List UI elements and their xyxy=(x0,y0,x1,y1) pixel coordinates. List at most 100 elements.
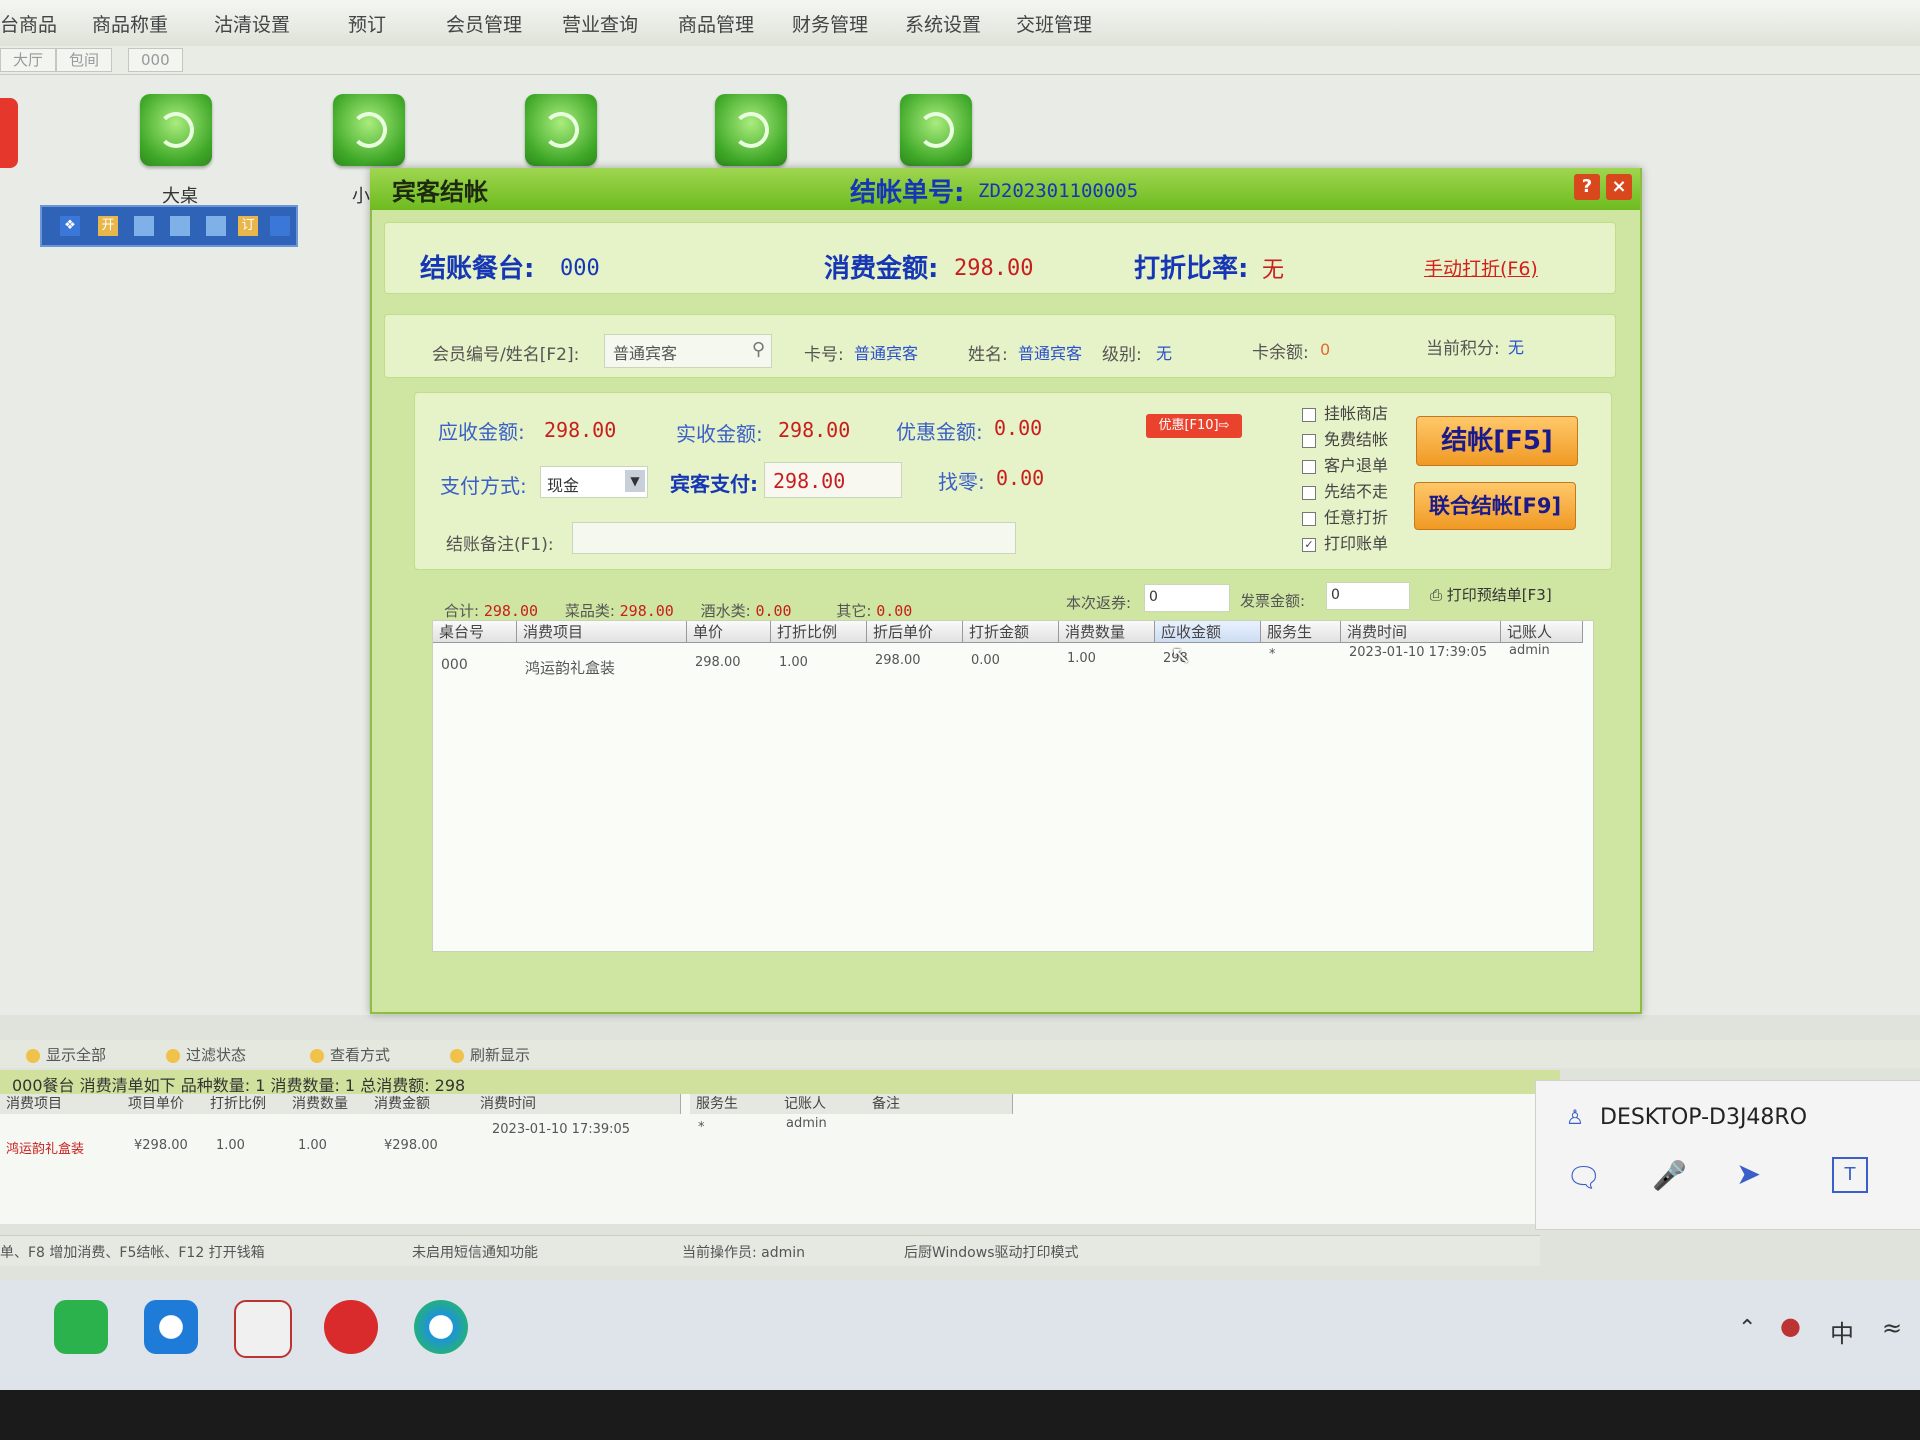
payment-method-select[interactable]: 现金 ▼ xyxy=(540,466,648,498)
table-cell[interactable]: * xyxy=(698,1120,705,1135)
microphone-icon[interactable]: 🎤 xyxy=(1652,1159,1687,1192)
grid-header[interactable]: 消费时间 xyxy=(1341,621,1501,643)
grid-header[interactable]: 消费数量 xyxy=(1059,621,1155,643)
action-button[interactable] xyxy=(170,216,190,236)
invoice-amount-input[interactable]: 0 xyxy=(1326,582,1410,610)
remark-input[interactable] xyxy=(572,522,1016,554)
menu-item-weighing[interactable]: 商品称重 xyxy=(92,10,168,37)
grid-header[interactable]: 消费项目 xyxy=(517,621,687,643)
grid-cell[interactable]: 鸿运韵礼盒装 xyxy=(525,657,615,678)
grid-cell[interactable]: admin xyxy=(1509,643,1550,658)
guest-pay-input[interactable]: 298.00 xyxy=(764,462,902,498)
ie-browser-icon[interactable] xyxy=(144,1300,198,1354)
grid-header[interactable]: 桌台号 xyxy=(433,621,517,643)
grid-header[interactable]: 应收金额 xyxy=(1155,621,1261,643)
table-header[interactable]: 打折比例 xyxy=(204,1094,287,1114)
table-header[interactable]: 服务生 xyxy=(690,1094,779,1114)
grid-cell[interactable]: 2023-01-10 17:39:05 xyxy=(1349,645,1487,660)
grid-header[interactable]: 打折比例 xyxy=(771,621,867,643)
voucher-input[interactable]: 0 xyxy=(1144,584,1230,612)
table-header[interactable]: 消费数量 xyxy=(286,1094,369,1114)
action-button[interactable] xyxy=(206,216,226,236)
search-icon[interactable]: ⚲ xyxy=(752,339,765,360)
grid-cell[interactable]: 1.00 xyxy=(1067,651,1096,666)
checkout-button[interactable]: 结帐[F5] xyxy=(1416,416,1578,466)
wechat-icon[interactable] xyxy=(54,1300,108,1354)
table-cell[interactable]: admin xyxy=(786,1116,827,1131)
view-mode-button[interactable]: 查看方式 xyxy=(310,1044,390,1065)
menu-item-shift[interactable]: 交班管理 xyxy=(1016,10,1092,37)
option-hang-account[interactable]: 挂帐商店 xyxy=(1302,400,1388,424)
pointer-icon[interactable]: ➤ xyxy=(1736,1157,1761,1192)
action-button[interactable] xyxy=(134,216,154,236)
table-icon[interactable] xyxy=(900,94,972,166)
table-cell[interactable]: 1.00 xyxy=(216,1138,245,1153)
grid-header[interactable]: 服务生 xyxy=(1261,621,1341,643)
table-icon[interactable] xyxy=(333,94,405,166)
option-customer-return[interactable]: 客户退单 xyxy=(1302,452,1388,476)
table-cell[interactable]: ¥298.00 xyxy=(384,1138,438,1153)
grid-header[interactable]: 记账人 xyxy=(1501,621,1583,643)
table-header[interactable]: 消费金额 xyxy=(368,1094,475,1114)
show-all-button[interactable]: 显示全部 xyxy=(26,1044,106,1065)
grid-cell[interactable]: 0.00 xyxy=(971,653,1000,668)
tab-000[interactable]: 000 xyxy=(128,48,183,72)
option-any-discount[interactable]: 任意打折 xyxy=(1302,504,1388,528)
open-table-button[interactable]: 开 xyxy=(98,216,118,236)
menu-item-clear-settings[interactable]: 沽清设置 xyxy=(214,10,290,37)
table-icon[interactable] xyxy=(140,94,212,166)
table-header[interactable]: 记账人 xyxy=(778,1094,867,1114)
text-input-icon[interactable]: T xyxy=(1832,1157,1868,1193)
grid-header[interactable]: 单价 xyxy=(687,621,771,643)
reserve-button[interactable]: 订 xyxy=(238,216,258,236)
grid-cell[interactable]: 000 xyxy=(441,657,468,673)
table-icon[interactable] xyxy=(525,94,597,166)
coupon-button[interactable]: 优惠[F10]⇨ xyxy=(1146,414,1242,438)
ime-indicator[interactable]: 中 xyxy=(1830,1314,1854,1349)
action-button[interactable] xyxy=(270,216,290,236)
help-icon[interactable]: ? xyxy=(1574,174,1600,200)
move-icon[interactable]: ❖ xyxy=(60,216,80,236)
menu-item-reservation[interactable]: 预订 xyxy=(348,10,386,37)
menu-item-goods[interactable]: 台商品 xyxy=(0,10,57,37)
pos-app-icon[interactable] xyxy=(234,1300,292,1358)
member-search-input[interactable]: 普通宾客 ⚲ xyxy=(604,334,772,368)
option-print-bill[interactable]: ✓ 打印账单 xyxy=(1302,530,1388,554)
option-pay-first-stay[interactable]: 先结不走 xyxy=(1302,478,1388,502)
menu-item-member[interactable]: 会员管理 xyxy=(446,10,522,37)
table-header[interactable]: 项目单价 xyxy=(122,1094,205,1114)
tab-hall[interactable]: 大厅 xyxy=(0,48,57,72)
grid-cell[interactable]: 298.00 xyxy=(875,653,921,668)
table-cell[interactable]: ¥298.00 xyxy=(134,1138,188,1153)
grid-cell[interactable]: 1.00 xyxy=(779,655,808,670)
filter-status-button[interactable]: 过滤状态 xyxy=(166,1044,246,1065)
grid-cell[interactable]: * xyxy=(1269,647,1276,662)
grid-header[interactable]: 折后单价 xyxy=(867,621,963,643)
grid-cell[interactable]: 298.00 xyxy=(695,655,741,670)
tray-app-icon[interactable]: ● xyxy=(1780,1312,1801,1340)
table-header[interactable]: 备注 xyxy=(866,1094,1013,1114)
close-icon[interactable]: × xyxy=(1606,174,1632,200)
chat-icon[interactable]: 🗨 xyxy=(1566,1161,1602,1194)
menu-item-business-query[interactable]: 营业查询 xyxy=(562,10,638,37)
joint-checkout-button[interactable]: 联合结帐[F9] xyxy=(1414,482,1576,530)
menu-item-goods-management[interactable]: 商品管理 xyxy=(678,10,754,37)
print-prebill-button[interactable]: ⎙ 打印预结单[F3] xyxy=(1430,584,1552,605)
table-header[interactable]: 消费时间 xyxy=(474,1094,681,1114)
menu-item-system-settings[interactable]: 系统设置 xyxy=(905,10,981,37)
table-icon[interactable] xyxy=(715,94,787,166)
grid-header[interactable]: 打折金额 xyxy=(963,621,1059,643)
option-free-checkout[interactable]: 免费结帐 xyxy=(1302,426,1388,450)
manual-discount-link[interactable]: 手动打折(F6) xyxy=(1424,254,1538,281)
menu-item-finance[interactable]: 财务管理 xyxy=(792,10,868,37)
table-cell[interactable]: 鸿运韵礼盒装 xyxy=(6,1138,84,1157)
chevron-up-icon[interactable]: ⌃ xyxy=(1738,1316,1756,1341)
edge-browser-icon[interactable] xyxy=(414,1300,468,1354)
table-cell[interactable]: 1.00 xyxy=(298,1138,327,1153)
tab-private-room[interactable]: 包间 xyxy=(56,48,113,72)
table-cell[interactable]: 2023-01-10 17:39:05 xyxy=(492,1122,630,1137)
table-header[interactable]: 消费项目 xyxy=(0,1094,123,1114)
refresh-button[interactable]: 刷新显示 xyxy=(450,1044,530,1065)
app-icon[interactable] xyxy=(324,1300,378,1354)
chevron-down-icon[interactable]: ▼ xyxy=(625,470,645,492)
